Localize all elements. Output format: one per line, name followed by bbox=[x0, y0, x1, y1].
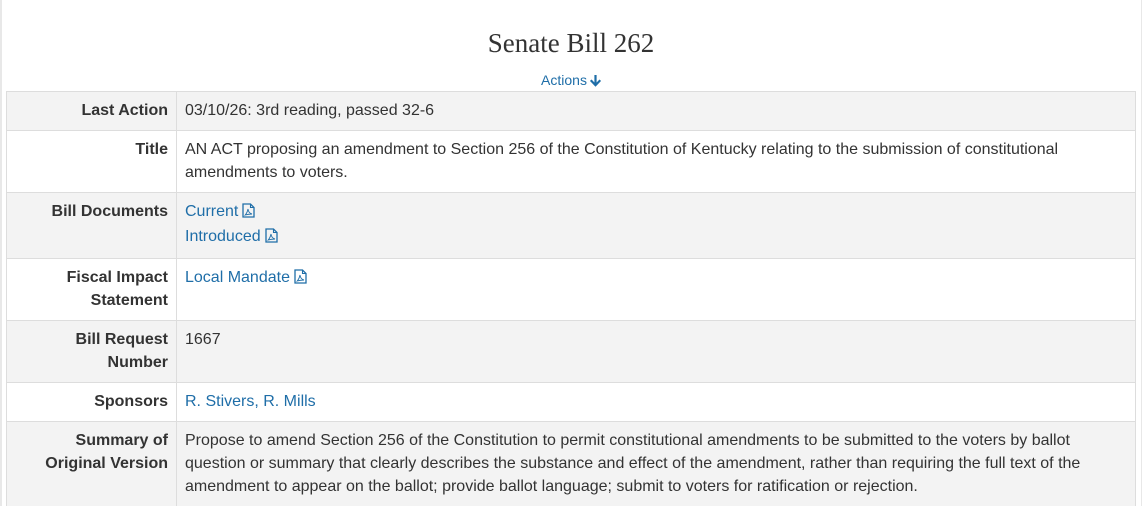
last-action-value: 03/10/26: 3rd reading, passed 32-6 bbox=[176, 91, 1136, 131]
actions-link[interactable]: Actions bbox=[541, 72, 602, 91]
pdf-icon bbox=[294, 268, 307, 291]
local-mandate-label: Local Mandate bbox=[185, 269, 290, 286]
introduced-document-link[interactable]: Introduced bbox=[185, 228, 278, 245]
actions-label: Actions bbox=[541, 72, 587, 88]
last-action-label: Last Action bbox=[6, 91, 177, 131]
bill-documents-label: Bill Documents bbox=[6, 192, 177, 259]
row-fiscal-impact: Fiscal Impact Statement Local Mandate bbox=[6, 258, 1136, 321]
row-title: Title AN ACT proposing an amendment to S… bbox=[6, 130, 1136, 193]
row-summary: Summary of Original Version Propose to a… bbox=[6, 421, 1136, 506]
sponsors-link[interactable]: R. Stivers, R. Mills bbox=[185, 393, 316, 410]
summary-label: Summary of Original Version bbox=[6, 421, 177, 506]
row-last-action: Last Action 03/10/26: 3rd reading, passe… bbox=[6, 91, 1136, 131]
row-bill-request: Bill Request Number 1667 bbox=[6, 320, 1136, 383]
row-bill-documents: Bill Documents Current Introduced bbox=[6, 192, 1136, 259]
document-item: Current bbox=[185, 200, 1127, 225]
bill-request-value: 1667 bbox=[176, 320, 1136, 383]
bill-info-table: Last Action 03/10/26: 3rd reading, passe… bbox=[6, 91, 1136, 506]
bill-request-label: Bill Request Number bbox=[6, 320, 177, 383]
page-title: Senate Bill 262 bbox=[487, 28, 655, 58]
fiscal-impact-label: Fiscal Impact Statement bbox=[6, 258, 177, 321]
actions-container: Actions bbox=[0, 71, 1142, 91]
arrow-down-icon bbox=[589, 73, 602, 91]
document-item: Introduced bbox=[185, 225, 1127, 250]
current-document-label: Current bbox=[185, 203, 239, 220]
pdf-icon bbox=[242, 202, 256, 225]
sponsors-value: R. Stivers, R. Mills bbox=[176, 382, 1136, 422]
local-mandate-link[interactable]: Local Mandate bbox=[185, 269, 307, 286]
bill-documents-value: Current Introduced bbox=[176, 192, 1136, 259]
pdf-icon bbox=[264, 227, 278, 250]
current-document-link[interactable]: Current bbox=[185, 203, 256, 220]
sponsors-label: Sponsors bbox=[6, 382, 177, 422]
title-label: Title bbox=[6, 130, 177, 193]
summary-value: Propose to amend Section 256 of the Cons… bbox=[176, 421, 1136, 506]
fiscal-impact-value: Local Mandate bbox=[176, 258, 1136, 321]
row-sponsors: Sponsors R. Stivers, R. Mills bbox=[6, 382, 1136, 422]
introduced-document-label: Introduced bbox=[185, 228, 261, 245]
title-value: AN ACT proposing an amendment to Section… bbox=[176, 130, 1136, 193]
